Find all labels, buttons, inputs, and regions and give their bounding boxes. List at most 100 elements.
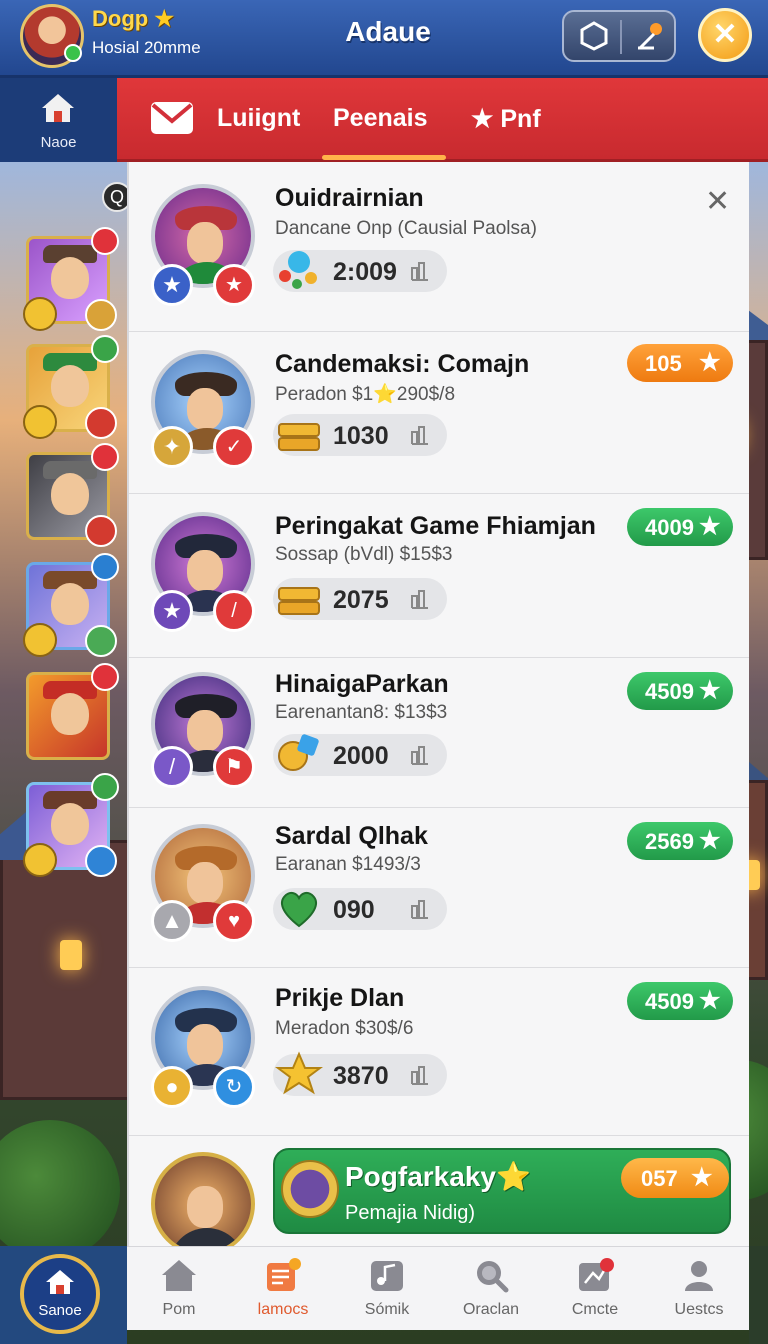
- pin-icon[interactable]: [634, 20, 666, 52]
- coin-gem-icon: [278, 734, 319, 771]
- entry-subtitle: Meradon $30$/6: [275, 1018, 414, 1039]
- entry-value: 090: [333, 896, 375, 924]
- nav-label: Uestcs: [674, 1301, 724, 1318]
- mail-icon[interactable]: [149, 98, 195, 136]
- score-badge[interactable]: 4509 ★: [627, 982, 733, 1020]
- nav-item-somik[interactable]: Sómik: [335, 1247, 439, 1331]
- score-value: 2569: [645, 829, 694, 854]
- gold-bars-icon: [278, 587, 320, 615]
- score-badge[interactable]: 057 ★: [621, 1158, 729, 1198]
- star-rank-icon: ★: [151, 264, 193, 306]
- star-icon: ★: [699, 349, 721, 376]
- heart-badge-icon: ♥: [213, 900, 255, 942]
- nav-label: lamocs: [257, 1301, 309, 1318]
- entry-value: 1030: [333, 422, 389, 450]
- search-icon: [477, 1261, 509, 1293]
- nav-item-cmcte[interactable]: Cmcte: [543, 1247, 647, 1331]
- house-icon: [42, 94, 74, 122]
- notes-icon: [267, 1258, 301, 1291]
- score-badge[interactable]: 2569 ★: [627, 822, 733, 860]
- stats-icon[interactable]: [409, 588, 431, 610]
- hexagon-icon[interactable]: [578, 20, 610, 52]
- stats-icon[interactable]: [409, 744, 431, 766]
- entry-name: Prikje Dlan: [275, 984, 405, 1012]
- side-character-card[interactable]: [26, 443, 119, 547]
- gold-bars-icon: [278, 423, 320, 451]
- close-icon[interactable]: ✕: [698, 8, 752, 62]
- entry-subtitle: Earanan $1493/3: [275, 854, 421, 875]
- tab-pnf-label: Pnf: [500, 105, 541, 133]
- score-value: 4509: [645, 679, 694, 704]
- value-pill: 090: [273, 888, 447, 930]
- side-character-card[interactable]: [26, 663, 119, 760]
- entry-value: 2075: [333, 586, 389, 614]
- list-item[interactable]: ▲ ♥ Sardal Qlhak Earanan $1493/3 2569 ★ …: [129, 808, 749, 968]
- side-character-card[interactable]: [23, 773, 119, 877]
- promo-title: Pogfarkaky⭐: [345, 1161, 531, 1192]
- side-character-card[interactable]: [23, 227, 119, 331]
- map-icon: [579, 1258, 614, 1291]
- tab-pnf[interactable]: ★ Pnf: [471, 104, 541, 134]
- sword-badge-icon: /: [213, 590, 255, 632]
- home-icon: [162, 1260, 196, 1291]
- list-item[interactable]: ● ↻ Prikje Dlan Meradon $30$/6 4509 ★ 38…: [129, 968, 749, 1136]
- medal-icon: [281, 1160, 339, 1218]
- list-item[interactable]: ✦ ✓ Candemaksi: Comajn Peradon $1⭐290$/8…: [129, 332, 749, 494]
- list-item[interactable]: ★ ★ Ouidrairnian Dancane Onp (Causial Pa…: [129, 162, 749, 332]
- leaf-badge-icon: ✦: [151, 426, 193, 468]
- list-item[interactable]: / ⚑ HinaigaParkan Earenantan8: $13$3 450…: [129, 658, 749, 808]
- score-badge[interactable]: 4509 ★: [627, 672, 733, 710]
- gems-icon: [279, 251, 317, 289]
- tab-bar: Luiignt Peenais ★ Pnf: [117, 78, 768, 162]
- score-badge[interactable]: 4009 ★: [627, 508, 733, 546]
- nav-item-oraclan[interactable]: Oraclan: [439, 1247, 543, 1331]
- star-icon: ★: [699, 827, 721, 854]
- nav-item-uestcs[interactable]: Uestcs: [647, 1247, 751, 1331]
- entry-value: 2:009: [333, 258, 397, 286]
- coin-badge-icon: ●: [151, 1066, 193, 1108]
- entry-value: 2000: [333, 742, 389, 770]
- bottom-navigation: Pom lamocs Sómik Oraclan Cmcte Uestcs: [127, 1246, 749, 1330]
- background-strip: [749, 1246, 768, 1344]
- entry-name: HinaigaParkan: [275, 670, 449, 698]
- top-bar: Dogp ★ Hosial 20mme Adaue ✕: [0, 0, 768, 78]
- stats-icon[interactable]: [409, 898, 431, 920]
- score-value: 057: [641, 1166, 678, 1191]
- featured-promo-card[interactable]: Pogfarkaky⭐ Pemajia Nidig) 057 ★: [273, 1148, 731, 1234]
- heart-icon: [281, 891, 317, 928]
- value-pill: 2:009: [273, 250, 447, 292]
- star-icon: ★: [699, 513, 721, 540]
- entry-subtitle: Sossap (bVdl) $15$3: [275, 544, 453, 565]
- entry-name: Sardal Qlhak: [275, 822, 428, 850]
- score-value: 4509: [645, 989, 694, 1014]
- value-pill: 1030: [273, 414, 447, 456]
- nav-item-lamocs[interactable]: lamocs: [231, 1247, 335, 1331]
- tab-peenais[interactable]: Peenais: [333, 104, 428, 133]
- home-tab[interactable]: Naoe: [0, 78, 117, 162]
- side-character-card[interactable]: [23, 335, 119, 439]
- star-icon: ★: [699, 677, 721, 704]
- stats-icon[interactable]: [409, 1064, 431, 1086]
- check-badge-icon: ✓: [213, 426, 255, 468]
- star-icon: ★: [471, 105, 494, 133]
- sanoe-label: Sanoe: [38, 1302, 82, 1319]
- stats-icon[interactable]: [409, 260, 431, 282]
- nav-label: Sómik: [364, 1301, 410, 1318]
- list-item[interactable]: ★ / Peringakat Game Fhiamjan Sossap (bVd…: [129, 494, 749, 658]
- side-character-card[interactable]: [23, 553, 119, 657]
- stats-icon[interactable]: [409, 424, 431, 446]
- nav-item-pom[interactable]: Pom: [127, 1247, 231, 1331]
- star-icon: ★: [691, 1164, 713, 1191]
- promo-subtitle: Pemajia Nidig): [345, 1202, 476, 1224]
- sanoe-home-button[interactable]: Sanoe: [0, 1246, 127, 1344]
- value-pill: 2075: [273, 578, 447, 620]
- nav-label: Pom: [162, 1301, 196, 1318]
- star-badge-icon: ★: [213, 264, 255, 306]
- score-value: 4009: [645, 515, 694, 540]
- entry-subtitle: Peradon $1⭐290$/8: [275, 384, 456, 405]
- tab-luiignt[interactable]: Luiignt: [217, 104, 300, 133]
- house-icon: [46, 1270, 74, 1294]
- score-badge[interactable]: 105 ★: [627, 344, 733, 382]
- refresh-badge-icon: ↻: [213, 1066, 255, 1108]
- star-badge-icon: ★: [151, 590, 193, 632]
